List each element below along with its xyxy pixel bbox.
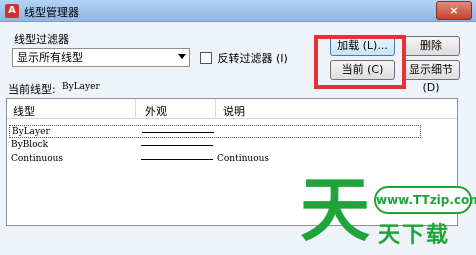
row-description: Continuous (217, 154, 270, 164)
row-name: ByBlock (11, 140, 49, 150)
show-details-button[interactable]: 显示细节 (D) (402, 60, 460, 94)
list-header: 线型 外观 说明 (7, 99, 457, 119)
table-row[interactable]: ByBlock (9, 139, 421, 152)
current-linetype-label: 当前线型: (8, 83, 56, 96)
autocad-icon: A (5, 4, 19, 18)
column-header-appearance[interactable]: 外观 (145, 103, 167, 119)
column-divider[interactable] (215, 99, 216, 119)
invert-filter-checkbox[interactable] (200, 52, 212, 64)
column-divider[interactable] (135, 99, 136, 119)
row-name: ByLayer (12, 127, 50, 137)
linetype-manager-dialog: 线型过滤器 显示所有线型 反转过滤器 (I) 加载 (L)... 删除 当前 (… (0, 22, 476, 255)
load-button-highlight (314, 35, 406, 89)
title-bar: A 线型管理器 × (0, 0, 476, 22)
watermark-logo: 天 (300, 169, 370, 251)
watermark-url: www.TTzip.com (374, 186, 476, 214)
watermark-text: 天下载 (378, 223, 451, 248)
current-linetype-value: ByLayer (62, 82, 100, 92)
linetype-preview (141, 159, 213, 160)
column-header-linetype[interactable]: 线型 (13, 103, 35, 119)
linetype-preview (141, 145, 213, 146)
window-title: 线型管理器 (24, 6, 79, 19)
table-row[interactable]: Continuous Continuous (9, 153, 421, 166)
invert-filter-option[interactable]: 反转过滤器 (I) (200, 50, 288, 66)
linetype-preview (142, 132, 214, 133)
row-name: Continuous (11, 154, 64, 164)
filter-selected-value: 显示所有线型 (17, 51, 83, 64)
delete-button[interactable]: 删除 (402, 36, 460, 56)
table-row[interactable]: ByLayer (9, 125, 421, 138)
filter-label: 线型过滤器 (14, 33, 69, 46)
linetype-filter-select[interactable]: 显示所有线型 (12, 48, 190, 67)
close-button[interactable]: × (436, 1, 472, 20)
chevron-down-icon (178, 54, 186, 59)
column-header-description[interactable]: 说明 (223, 103, 245, 119)
invert-filter-label: 反转过滤器 (I) (217, 52, 288, 65)
